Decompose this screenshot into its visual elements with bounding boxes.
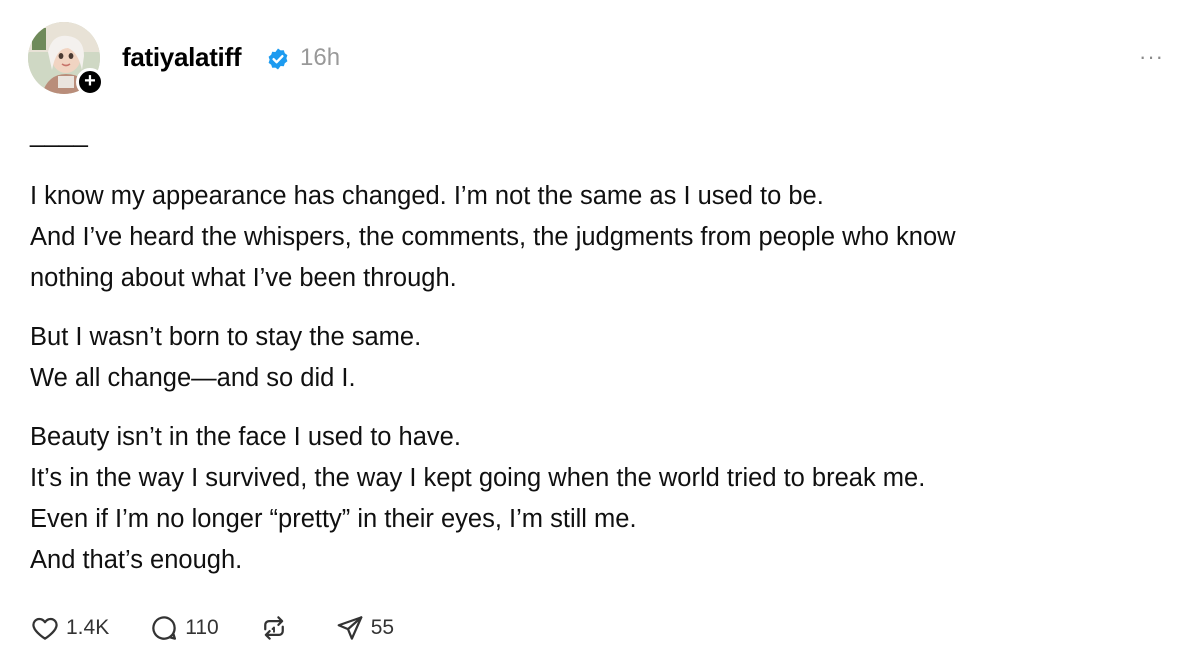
more-options-button[interactable]: ···	[1139, 44, 1164, 70]
comment-count: 110	[185, 616, 219, 639]
share-count: 55	[370, 616, 395, 639]
text-line: I know my appearance has changed. I’m no…	[30, 182, 824, 210]
verified-badge-icon	[268, 48, 288, 70]
text-line: And that’s enough.	[30, 546, 243, 574]
post-actions: 1.4K 110 55	[30, 608, 434, 648]
thread-post: + fatiyalatiff 16h ··· ____ I know my ap…	[0, 0, 1200, 652]
paragraph: But I wasn’t born to stay the same. We a…	[30, 317, 1160, 399]
share-button[interactable]: 55	[335, 613, 394, 643]
heart-icon	[32, 617, 58, 640]
paragraph: I know my appearance has changed. I’m no…	[30, 176, 1160, 299]
like-count: 1.4K	[66, 616, 110, 639]
repost-icon	[263, 616, 284, 640]
text-line: But I wasn’t born to stay the same.	[30, 323, 422, 351]
send-icon	[337, 616, 363, 640]
username[interactable]: fatiyalatiff	[122, 42, 242, 73]
paragraph: Beauty isn’t in the face I used to have.…	[30, 417, 1160, 581]
like-button[interactable]: 1.4K	[30, 613, 109, 643]
divider-line-text: ____	[30, 118, 88, 148]
post-content: I know my appearance has changed. I’m no…	[30, 176, 1160, 599]
text-line: Beauty isn’t in the face I used to have.	[30, 423, 461, 451]
post-timestamp[interactable]: 16h	[300, 44, 340, 72]
repost-button[interactable]	[259, 613, 295, 643]
text-line: It’s in the way I survived, the way I ke…	[30, 464, 926, 492]
comment-bubble-icon	[152, 616, 177, 640]
avatar-container[interactable]: +	[28, 22, 104, 96]
text-line: nothing about what I’ve been through.	[30, 264, 457, 292]
text-line: Even if I’m no longer “pretty” in their …	[30, 505, 637, 533]
follow-button[interactable]: +	[76, 68, 104, 96]
text-line: And I’ve heard the whispers, the comment…	[30, 223, 956, 251]
text-line: We all change—and so did I.	[30, 364, 356, 392]
comment-button[interactable]: 110	[149, 613, 219, 643]
